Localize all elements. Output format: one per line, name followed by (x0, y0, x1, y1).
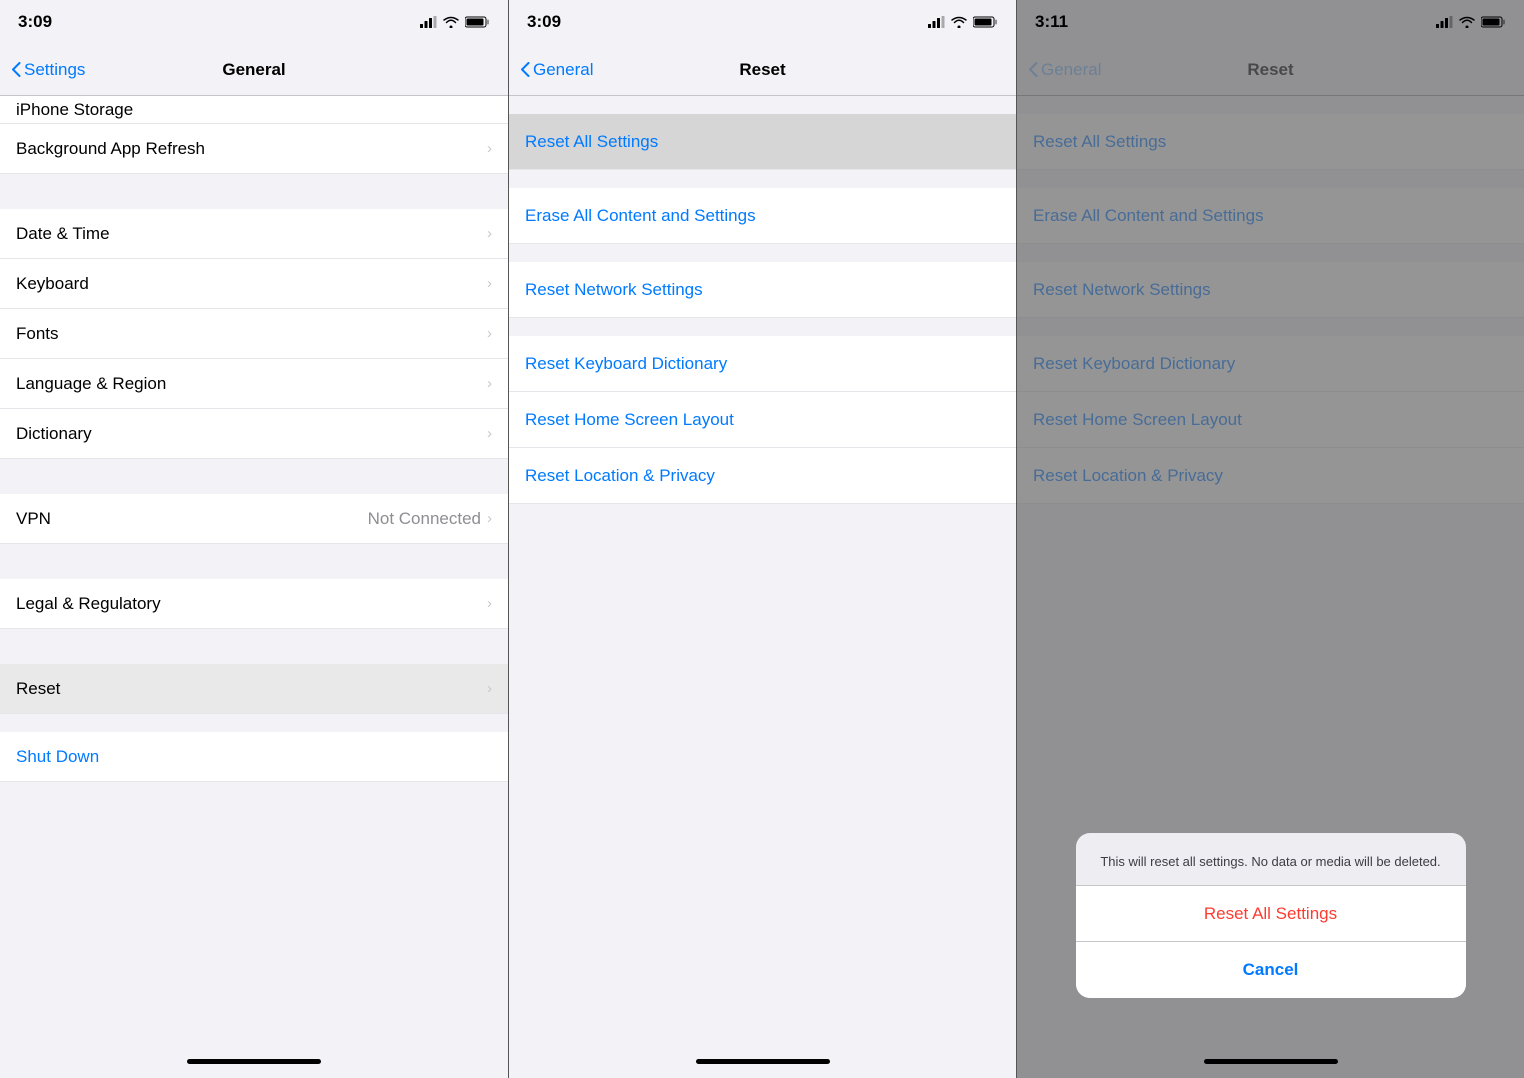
fonts-chevron: › (487, 325, 492, 342)
reset-label: Reset (16, 679, 487, 699)
shutdown-label: Shut Down (16, 747, 492, 767)
spacer-4 (0, 629, 508, 664)
reset-cell[interactable]: Reset › (0, 664, 508, 714)
vpn-value: Not Connected (368, 509, 481, 529)
left-nav-bar: Settings General (0, 44, 508, 96)
alert-dialog: This will reset all settings. No data or… (1076, 833, 1466, 998)
left-settings-list: iPhone Storage Background App Refresh › … (0, 96, 508, 1044)
vpn-label: VPN (16, 509, 368, 529)
reset-chevron: › (487, 680, 492, 697)
bg-refresh-label: Background App Refresh (16, 139, 487, 159)
left-back-label: Settings (24, 60, 85, 80)
vpn-cell[interactable]: VPN Not Connected › (0, 494, 508, 544)
middle-home-indicator (509, 1044, 1016, 1078)
left-chevron-icon (12, 62, 21, 77)
spacer-5 (0, 714, 508, 732)
middle-home-bar (696, 1059, 830, 1064)
left-back-button[interactable]: Settings (12, 60, 85, 80)
shutdown-cell[interactable]: Shut Down (0, 732, 508, 782)
reset-location-cell[interactable]: Reset Location & Privacy (509, 448, 1016, 504)
legal-chevron: › (487, 595, 492, 612)
language-chevron: › (487, 375, 492, 392)
middle-chevron-icon (521, 62, 530, 77)
legal-label: Legal & Regulatory (16, 594, 487, 614)
wifi-icon (443, 16, 459, 28)
middle-status-icons (928, 16, 998, 28)
shutdown-group: Shut Down (0, 732, 508, 782)
keyboard-cell[interactable]: Keyboard › (0, 259, 508, 309)
m-spacer-top (509, 96, 1016, 114)
reset-keyboard-cell[interactable]: Reset Keyboard Dictionary (509, 336, 1016, 392)
left-nav-title: General (222, 60, 285, 80)
wifi-icon-m (951, 16, 967, 28)
keyboard-chevron: › (487, 275, 492, 292)
dictionary-label: Dictionary (16, 424, 487, 444)
iphone-storage-cell[interactable]: iPhone Storage (0, 96, 508, 124)
reset-network-cell[interactable]: Reset Network Settings (509, 262, 1016, 318)
erase-all-label: Erase All Content and Settings (525, 206, 1000, 226)
bg-refresh-chevron: › (487, 140, 492, 157)
language-cell[interactable]: Language & Region › (0, 359, 508, 409)
reset-keyboard-label: Reset Keyboard Dictionary (525, 354, 1000, 374)
legal-group: Legal & Regulatory › (0, 579, 508, 629)
m-spacer-3 (509, 318, 1016, 336)
middle-back-button[interactable]: General (521, 60, 593, 80)
alert-message: This will reset all settings. No data or… (1076, 833, 1466, 886)
date-time-chevron: › (487, 225, 492, 242)
m-spacer-1 (509, 170, 1016, 188)
left-status-icons (420, 16, 490, 28)
reset-home-cell[interactable]: Reset Home Screen Layout (509, 392, 1016, 448)
middle-status-bar: 3:09 (509, 0, 1016, 44)
signal-icon-m (928, 16, 945, 28)
reset-network-label: Reset Network Settings (525, 280, 1000, 300)
alert-confirm-button[interactable]: Reset All Settings (1076, 886, 1466, 942)
spacer-3 (0, 544, 508, 579)
dictionary-cell[interactable]: Dictionary › (0, 409, 508, 459)
reset-location-label: Reset Location & Privacy (525, 466, 1000, 486)
middle-nav-title: Reset (739, 60, 785, 80)
signal-icon (420, 16, 437, 28)
settings-group-2: Date & Time › Keyboard › Fonts › Languag… (0, 209, 508, 459)
reset-all-settings-label: Reset All Settings (525, 132, 1000, 152)
reset-home-label: Reset Home Screen Layout (525, 410, 1000, 430)
m-spacer-2 (509, 244, 1016, 262)
reset-all-settings-cell[interactable]: Reset All Settings (509, 114, 1016, 170)
spacer-2 (0, 459, 508, 494)
bg-refresh-cell[interactable]: Background App Refresh › (0, 124, 508, 174)
alert-cancel-button[interactable]: Cancel (1076, 942, 1466, 998)
middle-back-label: General (533, 60, 593, 80)
left-home-indicator (0, 1044, 508, 1078)
fonts-cell[interactable]: Fonts › (0, 309, 508, 359)
spacer-1 (0, 174, 508, 209)
left-panel: 3:09 Sett (0, 0, 508, 1078)
bg-refresh-group: Background App Refresh › (0, 124, 508, 174)
middle-nav-bar: General Reset (509, 44, 1016, 96)
vpn-group: VPN Not Connected › (0, 494, 508, 544)
keyboard-label: Keyboard (16, 274, 487, 294)
date-time-cell[interactable]: Date & Time › (0, 209, 508, 259)
erase-all-cell[interactable]: Erase All Content and Settings (509, 188, 1016, 244)
right-panel: 3:11 General Reset (1016, 0, 1524, 1078)
left-time: 3:09 (18, 12, 52, 32)
left-home-bar (187, 1059, 321, 1064)
left-status-bar: 3:09 (0, 0, 508, 44)
middle-panel: 3:09 General Reset (508, 0, 1016, 1078)
dim-overlay: This will reset all settings. No data or… (1017, 0, 1524, 1078)
middle-time: 3:09 (527, 12, 561, 32)
legal-cell[interactable]: Legal & Regulatory › (0, 579, 508, 629)
vpn-chevron: › (487, 510, 492, 527)
fonts-label: Fonts (16, 324, 487, 344)
language-label: Language & Region (16, 374, 487, 394)
battery-icon-m (973, 16, 998, 28)
battery-icon (465, 16, 490, 28)
reset-group: Reset › (0, 664, 508, 714)
iphone-storage-label: iPhone Storage (16, 100, 133, 120)
dictionary-chevron: › (487, 425, 492, 442)
date-time-label: Date & Time (16, 224, 487, 244)
middle-settings-list: Reset All Settings Erase All Content and… (509, 96, 1016, 1044)
